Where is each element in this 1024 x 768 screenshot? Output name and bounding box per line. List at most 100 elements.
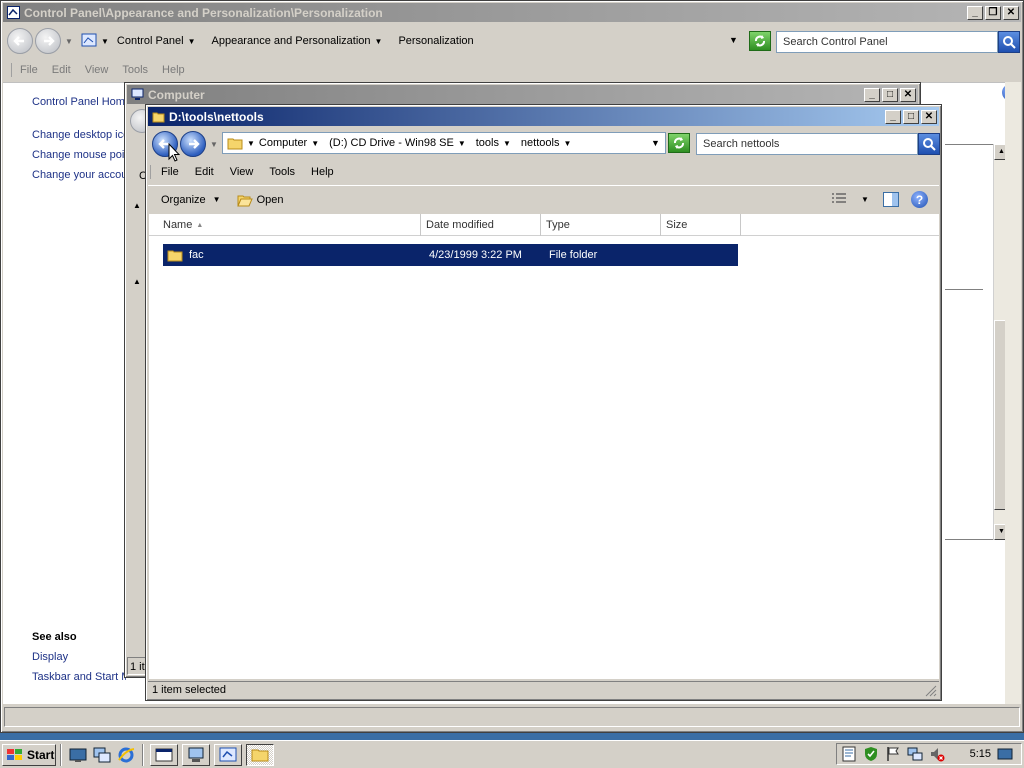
keyboard-icon[interactable] — [841, 746, 857, 762]
forward-button[interactable] — [180, 131, 206, 157]
back-button[interactable] — [7, 28, 33, 54]
refresh-button[interactable] — [668, 133, 690, 153]
taskbar-window-button-active[interactable] — [246, 743, 274, 766]
address-dropdown[interactable]: ▼ — [729, 35, 738, 45]
breadcrumb-item[interactable]: Appearance and Personalization ▼ — [212, 35, 387, 47]
sidebar-link-mouse-pointers[interactable]: Change mouse pointers — [32, 149, 126, 161]
search-icon — [923, 138, 936, 151]
address-bar[interactable]: ▼ Control Panel ▼ Appearance and Personal… — [77, 30, 747, 52]
windows-logo-icon — [7, 748, 22, 760]
preview-pane-icon[interactable] — [883, 192, 899, 207]
menu-edit[interactable]: Edit — [52, 64, 71, 76]
maximize-button[interactable]: □ — [903, 109, 919, 124]
address-dropdown[interactable]: ▼ — [651, 138, 660, 148]
taskbar-separator — [60, 743, 62, 766]
taskbar-window-button[interactable] — [214, 743, 242, 766]
help-icon[interactable]: ? — [911, 191, 928, 208]
command-bar: Organize ▼ Open ▼ ? — [148, 185, 939, 213]
security-shield-icon[interactable] — [863, 746, 879, 762]
sidebar-link-account-picture[interactable]: Change your account picture — [32, 169, 126, 181]
close-button[interactable]: ✕ — [921, 109, 937, 124]
breadcrumb-item[interactable]: Personalization — [398, 35, 473, 47]
breadcrumb-item[interactable]: nettools ▼ — [521, 137, 575, 149]
search-input[interactable]: Search nettools — [696, 133, 918, 155]
minimize-button[interactable]: _ — [885, 109, 901, 124]
menu-bar: File Edit View Tools Help — [150, 165, 348, 179]
mouse-cursor-icon — [168, 143, 180, 162]
forward-button[interactable] — [35, 28, 61, 54]
menu-file[interactable]: File — [161, 166, 179, 178]
nettools-titlebar[interactable]: D:\tools\nettools _ □ ✕ — [148, 107, 939, 126]
computer-icon — [131, 88, 144, 100]
start-button[interactable]: Start — [2, 743, 56, 766]
menu-tools[interactable]: Tools — [122, 64, 148, 76]
computer-icon — [188, 747, 204, 762]
vscroll-main[interactable] — [1005, 82, 1021, 704]
list-item[interactable]: fac 4/23/1999 3:22 PM File folder — [163, 244, 738, 266]
menu-file[interactable]: File — [20, 64, 38, 76]
address-bar[interactable]: ▼ Computer ▼ (D:) CD Drive - Win98 SE ▼ to… — [222, 132, 666, 154]
taskbar-window-button[interactable] — [182, 743, 210, 766]
details-view-icon — [832, 193, 846, 203]
switch-windows-icon[interactable] — [93, 746, 111, 764]
organize-button[interactable]: Organize ▼ — [161, 194, 221, 206]
close-button[interactable]: ✕ — [1003, 5, 1019, 20]
search-button[interactable] — [918, 133, 940, 155]
refresh-button[interactable] — [749, 31, 771, 51]
menu-help[interactable]: Help — [311, 166, 334, 178]
arrow-right-icon — [189, 139, 200, 149]
file-date: 4/23/1999 3:22 PM — [429, 249, 522, 261]
sidebar-home-link[interactable]: Control Panel Home — [32, 96, 126, 108]
menu-bar: File Edit View Tools Help — [11, 63, 199, 77]
recent-pages-dropdown[interactable]: ▼ — [210, 140, 218, 149]
recent-pages-dropdown[interactable]: ▼ — [65, 37, 73, 46]
column-size[interactable]: Size — [661, 214, 741, 236]
menu-help[interactable]: Help — [162, 64, 185, 76]
folder-icon — [152, 112, 165, 123]
breadcrumb-item[interactable]: Control Panel ▼ — [117, 35, 200, 47]
menu-edit[interactable]: Edit — [195, 166, 214, 178]
refresh-icon — [755, 35, 765, 47]
control-panel-icon — [219, 747, 237, 761]
show-desktop-tray-icon[interactable] — [997, 746, 1013, 762]
show-desktop-icon[interactable] — [69, 746, 87, 764]
search-input[interactable]: Search Control Panel — [776, 31, 998, 53]
resize-grip-icon[interactable] — [925, 685, 937, 697]
file-type: File folder — [549, 249, 598, 261]
computer-titlebar[interactable]: Computer _ □ ✕ — [127, 85, 918, 104]
menu-tools[interactable]: Tools — [269, 166, 295, 178]
network-icon[interactable] — [907, 746, 923, 762]
menu-view[interactable]: View — [230, 166, 254, 178]
minimize-button[interactable]: _ — [967, 5, 983, 20]
folder-icon — [167, 250, 183, 262]
see-also-taskbar-link[interactable]: Taskbar and Start Menu — [32, 671, 126, 683]
sidebar-link-desktop-icons[interactable]: Change desktop icons — [32, 129, 126, 141]
taskbar-window-button[interactable] — [150, 743, 178, 766]
scroll-up-arrow[interactable]: ▲ — [133, 201, 141, 210]
menu-view[interactable]: View — [85, 64, 109, 76]
nettools-statusbar: 1 item selected — [148, 681, 939, 698]
see-also-display-link[interactable]: Display — [32, 651, 126, 663]
scroll-up-arrow[interactable]: ▲ — [133, 277, 141, 286]
restore-button[interactable]: ❐ — [985, 5, 1001, 20]
internet-explorer-icon[interactable] — [117, 746, 135, 764]
open-folder-icon — [236, 195, 253, 206]
control-panel-icon — [7, 6, 20, 19]
maximize-button[interactable]: □ — [882, 87, 898, 102]
breadcrumb-item[interactable]: (D:) CD Drive - Win98 SE ▼ — [329, 137, 470, 149]
column-date-modified[interactable]: Date modified — [421, 214, 541, 236]
views-button[interactable]: ▼ — [831, 192, 869, 206]
minimize-button[interactable]: _ — [864, 87, 880, 102]
clock[interactable]: 5:15 — [970, 748, 991, 760]
flag-icon[interactable] — [885, 746, 901, 762]
search-button[interactable] — [998, 31, 1020, 53]
breadcrumb-item[interactable]: tools ▼ — [476, 137, 515, 149]
control-panel-titlebar[interactable]: Control Panel\Appearance and Personaliza… — [3, 3, 1021, 22]
column-name[interactable]: Name ▲ — [149, 214, 421, 236]
open-button[interactable]: Open — [236, 193, 283, 207]
close-button[interactable]: ✕ — [900, 87, 916, 102]
breadcrumb-item[interactable]: Computer ▼ — [259, 137, 323, 149]
volume-muted-icon[interactable] — [929, 746, 945, 762]
column-type[interactable]: Type — [541, 214, 661, 236]
window-title: Computer — [148, 87, 205, 102]
